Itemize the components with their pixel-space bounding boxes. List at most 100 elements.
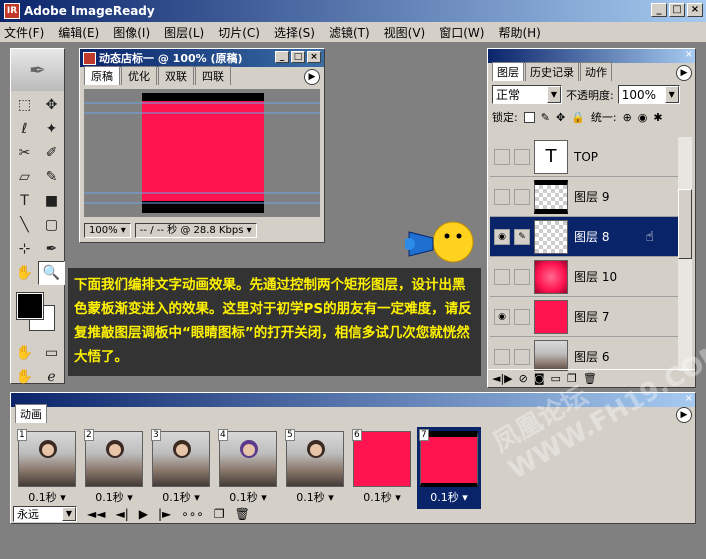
frame-3[interactable]: 3 0.1秒 ▾ <box>149 427 213 509</box>
menu-window[interactable]: 窗口(W) <box>439 24 484 41</box>
frame-1[interactable]: 1 0.1秒 ▾ <box>15 427 79 509</box>
rectangle-tool-icon[interactable]: ■ <box>38 189 65 213</box>
first-frame-icon[interactable]: ◄◄ <box>87 507 105 521</box>
frame-delay[interactable]: 0.1秒 ▾ <box>350 489 414 505</box>
brush-tool-icon[interactable]: ✎ <box>38 165 65 189</box>
type-tool-icon[interactable]: T <box>11 189 38 213</box>
prev-frame-icon[interactable]: ◄| <box>115 507 128 521</box>
duplicate-frame-icon[interactable]: ❐ <box>214 507 225 521</box>
color-swatches[interactable] <box>11 289 64 339</box>
menu-help[interactable]: 帮助(H) <box>498 24 540 41</box>
frame-delay[interactable]: 0.1秒 ▾ <box>149 489 213 505</box>
layers-scrollbar[interactable] <box>678 137 692 371</box>
layer-style-icon[interactable]: ⊘ <box>519 372 528 385</box>
delete-frame-icon[interactable]: 🗑 <box>235 507 250 521</box>
visibility-toggle[interactable] <box>494 148 510 165</box>
palette-close-icon[interactable]: × <box>685 49 693 60</box>
layer-row-6[interactable]: 图层 6 <box>490 337 680 371</box>
crop2-tool-icon[interactable]: ⊹ <box>11 237 38 261</box>
marquee-tool-icon[interactable]: ⬚ <box>11 93 38 117</box>
layer-row-10[interactable]: 图层 10 <box>490 257 680 297</box>
line-tool-icon[interactable]: ╲ <box>11 213 38 237</box>
visibility-toggle[interactable] <box>494 188 510 205</box>
menu-view[interactable]: 视图(V) <box>384 24 426 41</box>
eye-icon[interactable]: ◉ <box>494 308 510 325</box>
unify-style-icon[interactable]: ✱ <box>653 111 662 124</box>
play-icon[interactable]: ▶ <box>139 507 148 521</box>
frame-2[interactable]: 2 0.1秒 ▾ <box>82 427 146 509</box>
menu-filter[interactable]: 滤镜(T) <box>329 24 370 41</box>
menu-layer[interactable]: 图层(L) <box>164 24 204 41</box>
frame-delay[interactable]: 0.1秒 ▾ <box>216 489 280 505</box>
close-button[interactable]: × <box>687 3 703 17</box>
frame-4[interactable]: 4 0.1秒 ▾ <box>216 427 280 509</box>
layer-row-8[interactable]: ◉ ✎ 图层 8 ☝ <box>490 217 680 257</box>
add-mask-icon[interactable]: ◙ <box>534 372 545 385</box>
crop-tool-icon[interactable]: ✂ <box>11 141 38 165</box>
unify-position-icon[interactable]: ⊕ <box>623 111 632 124</box>
frame-5[interactable]: 5 0.1秒 ▾ <box>283 427 347 509</box>
zoom-select[interactable]: 100% ▾ <box>84 222 131 238</box>
hand-tool-icon[interactable]: ✋ <box>11 261 38 285</box>
doc-maximize-button[interactable]: □ <box>291 51 305 63</box>
doc-minimize-button[interactable]: _ <box>275 51 289 63</box>
foreground-color-swatch[interactable] <box>16 292 44 320</box>
animation-close-icon[interactable]: × <box>685 393 693 404</box>
link-toggle[interactable] <box>514 308 530 325</box>
menu-edit[interactable]: 编辑(E) <box>58 24 99 41</box>
scrollbar-thumb[interactable] <box>678 189 692 259</box>
rounded-rect-tool-icon[interactable]: ▢ <box>38 213 65 237</box>
frame-delay[interactable]: 0.1秒 ▾ <box>417 489 481 505</box>
link-toggle[interactable] <box>514 348 530 365</box>
visibility-toggle[interactable] <box>494 268 510 285</box>
menu-slice[interactable]: 切片(C) <box>218 24 260 41</box>
tab-history[interactable]: 历史记录 <box>525 62 579 81</box>
next-frame-icon[interactable]: |► <box>158 507 171 521</box>
lock-transparency-checkbox[interactable] <box>523 111 535 123</box>
link-toggle[interactable] <box>514 188 530 205</box>
loop-select[interactable]: 永远 ▼ <box>13 506 77 522</box>
canvas-area[interactable] <box>84 89 320 217</box>
tab-original[interactable]: 原稿 <box>84 66 120 85</box>
move-tool-icon[interactable]: ✥ <box>38 93 65 117</box>
tab-4up[interactable]: 四联 <box>195 66 231 85</box>
slice-tool-icon[interactable]: ✐ <box>38 141 65 165</box>
layer-nav-icon[interactable]: ◄|▶ <box>492 372 513 385</box>
minimize-button[interactable]: _ <box>651 3 667 17</box>
delete-layer-icon[interactable]: 🗑 <box>583 372 597 385</box>
menu-file[interactable]: 文件(F) <box>4 24 44 41</box>
unify-visibility-icon[interactable]: ◉ <box>638 111 648 124</box>
tab-animation[interactable]: 动画 <box>15 404 47 423</box>
frame-7[interactable]: 7 0.1秒 ▾ <box>417 427 481 509</box>
doc-menu-arrow-icon[interactable]: ▶ <box>304 69 320 85</box>
lasso-tool-icon[interactable]: ℓ <box>11 117 38 141</box>
preview-hand-icon[interactable]: ✋ <box>11 341 38 365</box>
magic-wand-icon[interactable]: ✦ <box>38 117 65 141</box>
lock-all-icon[interactable]: 🔒 <box>571 111 585 124</box>
visibility-toggle[interactable] <box>494 348 510 365</box>
eye-icon[interactable]: ◉ <box>494 228 510 245</box>
lock-paint-icon[interactable]: ✎ <box>541 111 550 124</box>
layer-row-9[interactable]: 图层 9 <box>490 177 680 217</box>
zoom-tool-icon[interactable]: 🔍 <box>38 261 65 285</box>
tab-actions[interactable]: 动作 <box>580 62 612 81</box>
layer-row-top[interactable]: T TOP <box>490 137 680 177</box>
tab-optimized[interactable]: 优化 <box>121 66 157 85</box>
frame-delay[interactable]: 0.1秒 ▾ <box>15 489 79 505</box>
tab-2up[interactable]: 双联 <box>158 66 194 85</box>
jump-to-browser-icon[interactable]: ℯ <box>38 365 65 389</box>
lock-move-icon[interactable]: ✥ <box>556 111 565 124</box>
blend-mode-select[interactable]: 正常 ▼ <box>492 85 562 104</box>
new-set-icon[interactable]: ▭ <box>551 372 561 385</box>
frame-6[interactable]: 6 0.1秒 ▾ <box>350 427 414 509</box>
link-toggle[interactable] <box>514 148 530 165</box>
opacity-input[interactable]: 100% ▼ <box>617 85 680 104</box>
eraser-tool-icon[interactable]: ▱ <box>11 165 38 189</box>
eyedropper-icon[interactable]: ✒ <box>38 237 65 261</box>
palette-menu-arrow-icon[interactable]: ▶ <box>676 65 692 81</box>
brush-icon[interactable]: ✎ <box>514 228 530 245</box>
tween-icon[interactable]: ∘∘∘ <box>181 507 204 521</box>
rollover-icon[interactable]: ✋ <box>11 365 38 389</box>
tab-layers[interactable]: 图层 <box>492 62 524 81</box>
animation-menu-arrow-icon[interactable]: ▶ <box>676 407 692 423</box>
